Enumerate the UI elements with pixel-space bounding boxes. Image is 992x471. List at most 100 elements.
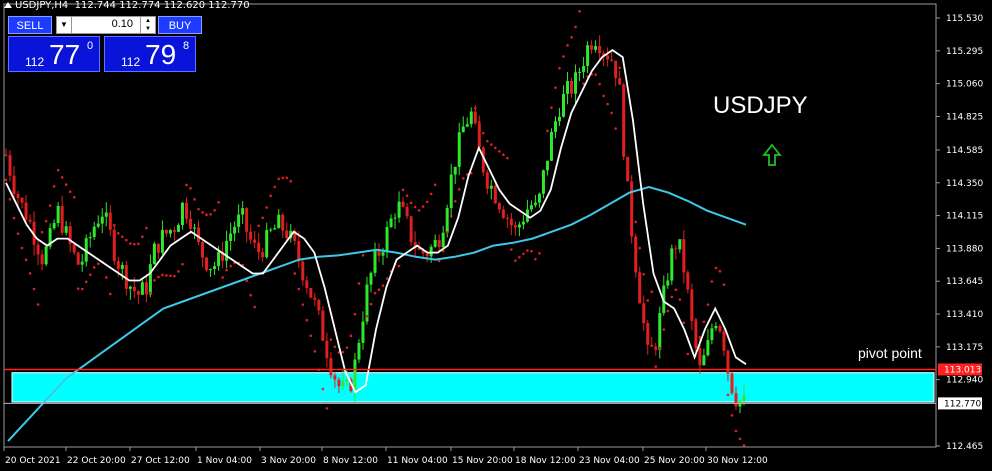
psar-dot [92, 266, 96, 269]
candle-body [36, 244, 40, 255]
psar-dot [253, 305, 256, 309]
candle-body [505, 217, 509, 219]
candle-body [164, 229, 168, 234]
psar-dot [554, 86, 557, 89]
psar-dot [161, 273, 164, 277]
x-tick-label: 3 Nov 20:00 [261, 456, 316, 466]
psar-dot [285, 176, 289, 180]
psar-dot [650, 290, 654, 293]
candle-body [670, 248, 674, 281]
psar-dot [365, 314, 369, 318]
psar-dot [40, 230, 44, 234]
candle-body [265, 230, 269, 258]
candle-body [92, 226, 96, 238]
candle-body [24, 202, 28, 220]
psar-dot [36, 303, 40, 306]
psar-dot [329, 338, 333, 341]
up-arrow-icon [762, 143, 782, 166]
ohlc-readout: 112.744 112.774 112.620 112.770 [74, 0, 250, 11]
lot-spinner[interactable]: ▲ ▼ [140, 17, 155, 33]
x-tick-label: 27 Oct 12:00 [131, 456, 190, 466]
psar-dot [682, 321, 686, 324]
psar-dot [662, 328, 666, 331]
bid-price-box[interactable]: 112 77 0 [8, 36, 100, 72]
candle-body [369, 272, 373, 285]
psar-dot [606, 102, 609, 106]
candle-body [529, 205, 533, 210]
candle-body [321, 310, 325, 341]
candle-body [734, 393, 738, 407]
buy-button[interactable]: BUY [158, 16, 202, 34]
psar-dot [84, 280, 88, 284]
candle-body [501, 209, 505, 218]
psar-dot [68, 190, 72, 194]
y-tick-label: 114.350 [946, 179, 983, 189]
candle-body [549, 131, 553, 161]
psar-dot [506, 156, 509, 160]
psar-dot [225, 268, 228, 272]
candle-body [690, 289, 694, 322]
candle-body [72, 243, 76, 253]
psar-dot [702, 320, 706, 324]
psar-dot [658, 346, 662, 350]
chart-title: USDJPY,H4 112.744 112.774 112.620 112.77… [4, 0, 250, 11]
psar-dot [213, 208, 216, 212]
psar-dot [117, 231, 120, 235]
candle-body [273, 228, 277, 230]
y-tick-label: 115.530 [946, 14, 983, 24]
candle-body [509, 218, 513, 226]
candle-body [710, 328, 714, 341]
sell-button[interactable]: SELL [8, 16, 52, 34]
candle-body [112, 229, 116, 262]
x-tick-label: 23 Nov 04:00 [579, 456, 640, 466]
support-zone [11, 372, 935, 403]
candle-body [132, 286, 136, 292]
psar-dot [433, 183, 437, 187]
candle-body [345, 379, 349, 382]
candle-body [209, 268, 213, 271]
psar-dot [494, 146, 497, 150]
candle-body [8, 155, 12, 176]
ask-price-box[interactable]: 112 79 8 [104, 36, 196, 72]
psar-dot [137, 242, 140, 246]
y-tick-label: 114.115 [946, 212, 983, 222]
candle-body [253, 239, 257, 243]
psar-dot [48, 204, 52, 207]
psar-dot [473, 107, 477, 110]
candle-body [201, 241, 205, 258]
psar-dot [550, 106, 553, 109]
psar-dot [686, 352, 690, 356]
psar-dot [674, 288, 678, 292]
psar-dot [189, 187, 192, 190]
psar-dot [718, 269, 722, 273]
psar-dot [405, 194, 409, 197]
candle-body [513, 225, 517, 228]
psar-dot [133, 242, 136, 246]
y-tick-label: 114.825 [946, 112, 983, 122]
candle-body [706, 340, 710, 356]
x-tick-label: 15 Nov 20:00 [452, 456, 513, 466]
psar-dot [88, 273, 92, 276]
psar-dot [72, 195, 76, 199]
y-tick-label: 112.465 [946, 442, 983, 452]
psar-dot [710, 280, 714, 283]
psar-dot [526, 249, 529, 252]
psar-dot [112, 224, 116, 227]
chevron-down-icon[interactable]: ▼ [57, 17, 72, 33]
psar-dot [510, 248, 513, 251]
candle-body [730, 373, 734, 394]
lot-size-input[interactable]: ▼ 0.10 ▲ ▼ [56, 16, 156, 34]
candle-body [261, 252, 265, 258]
psar-dot [197, 207, 200, 211]
candle-body [20, 197, 24, 203]
psar-dot [249, 293, 252, 297]
candle-body [64, 226, 68, 233]
candle-body [269, 229, 273, 231]
psar-dot [481, 131, 485, 135]
candle-body [297, 240, 301, 262]
psar-dot [325, 407, 329, 410]
psar-dot [690, 299, 694, 302]
candle-body [714, 326, 718, 329]
psar-dot [157, 275, 160, 279]
psar-dot [694, 318, 698, 322]
